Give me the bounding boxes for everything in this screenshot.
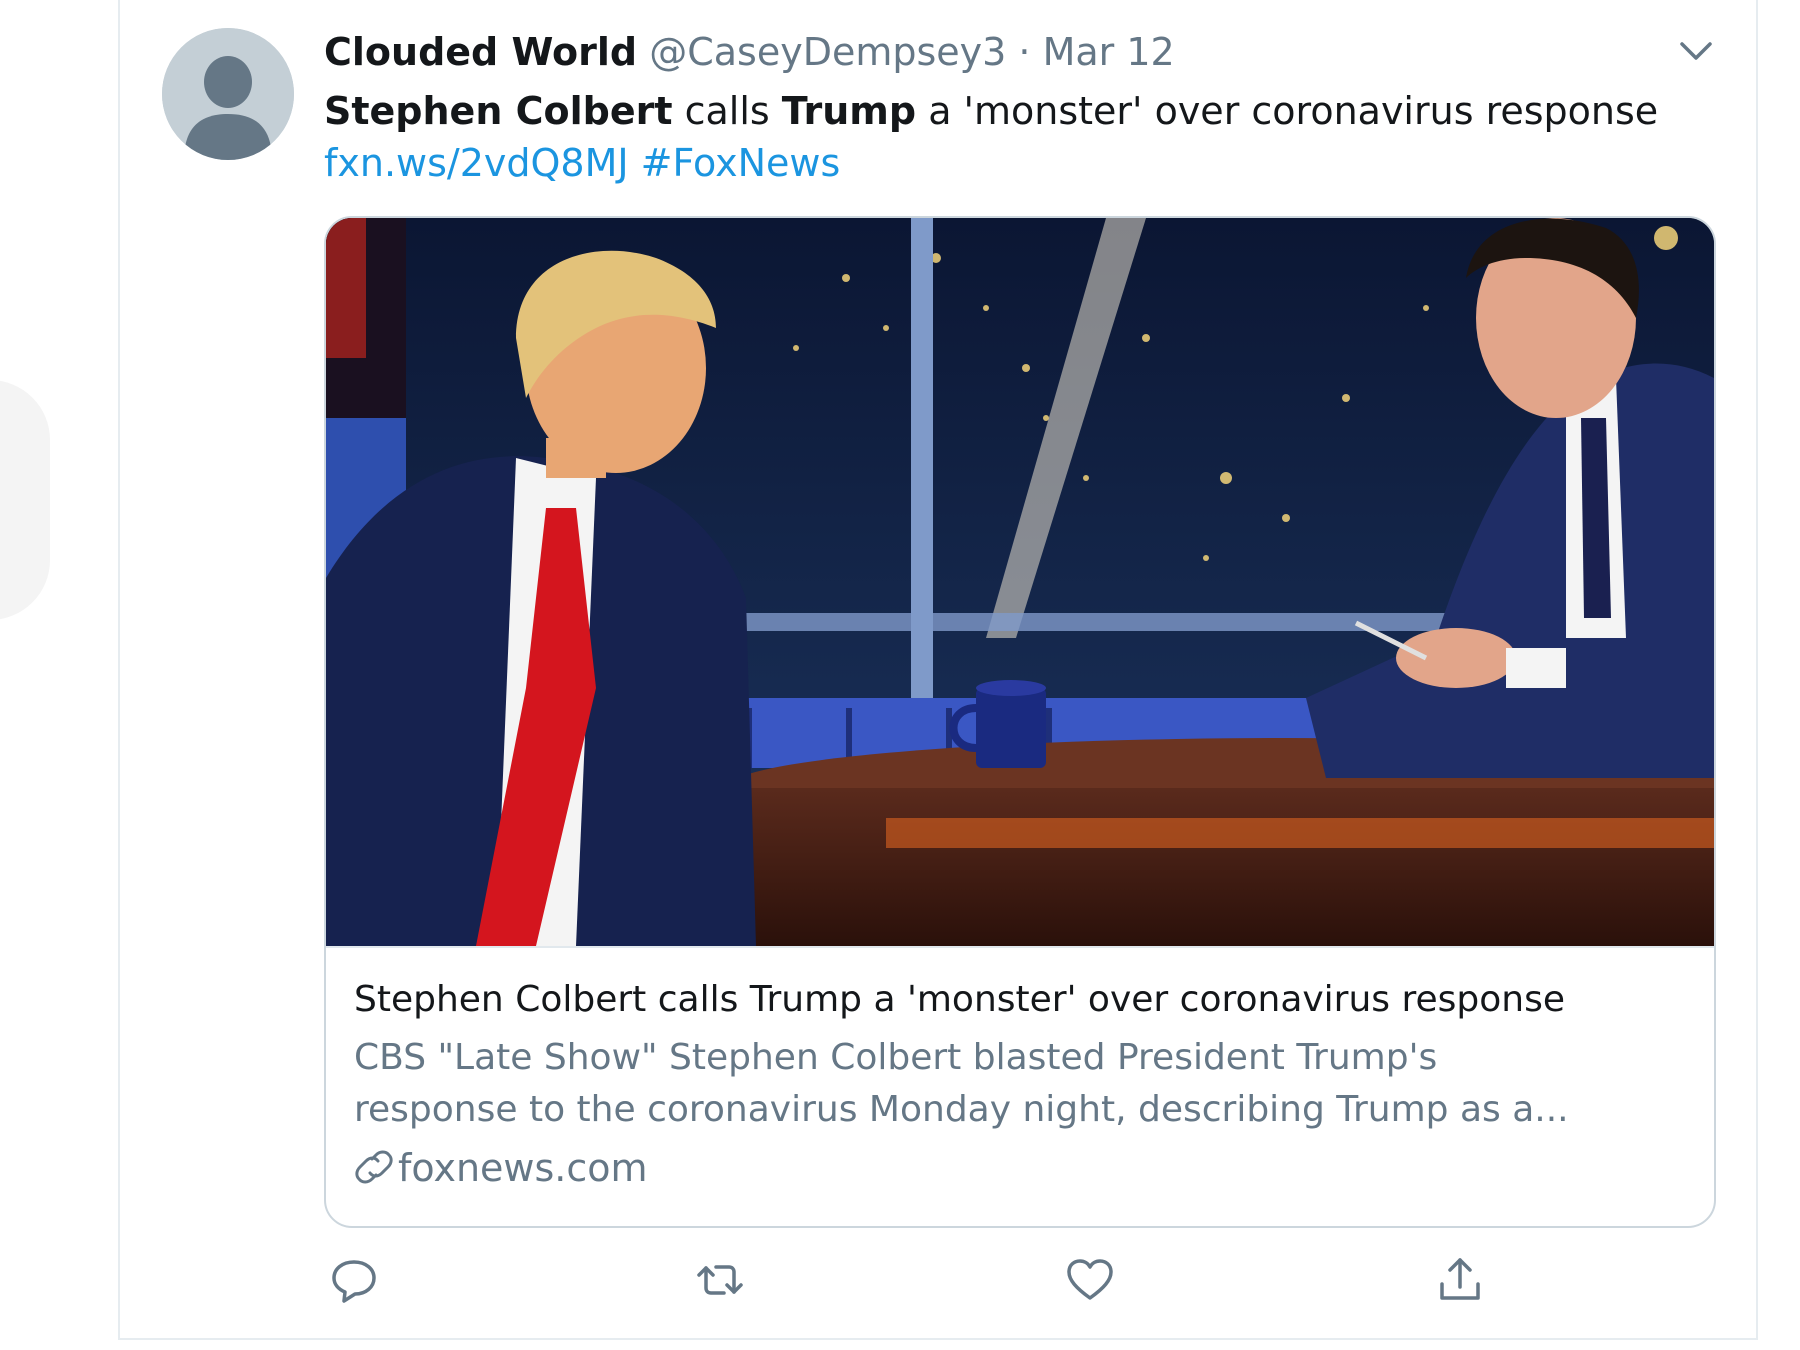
tweet-text-segment: a 'monster' over coronavirus response bbox=[916, 89, 1659, 133]
default-profile-icon bbox=[162, 28, 294, 160]
tweet-header: Clouded World @CaseyDempsey3 · Mar 12 bbox=[324, 28, 1175, 76]
share-icon[interactable] bbox=[1434, 1254, 1486, 1306]
retweet-icon[interactable] bbox=[694, 1254, 746, 1306]
card-description-line: response to the coronavirus Monday night… bbox=[354, 1089, 1569, 1130]
avatar[interactable] bbox=[162, 28, 294, 160]
display-name[interactable]: Clouded World bbox=[324, 30, 637, 74]
tweet-text: Stephen Colbert calls Trump a 'monster' … bbox=[324, 86, 1744, 136]
card-domain-text: foxnews.com bbox=[398, 1146, 648, 1190]
card-title: Stephen Colbert calls Trump a 'monster' … bbox=[354, 979, 1566, 1020]
hashtag-link[interactable]: #FoxNews bbox=[641, 141, 841, 185]
tweet-text-bold-trump: Trump bbox=[781, 89, 917, 133]
heart-icon[interactable] bbox=[1064, 1254, 1116, 1306]
tweet-actions bbox=[324, 1254, 1716, 1310]
page: Clouded World @CaseyDempsey3 · Mar 12 St… bbox=[0, 0, 1800, 1350]
card-image[interactable] bbox=[326, 218, 1714, 946]
talk-show-photo bbox=[326, 218, 1714, 946]
card-description: CBS "Late Show" Stephen Colbert blasted … bbox=[354, 1032, 1694, 1136]
card-body[interactable]: Stephen Colbert calls Trump a 'monster' … bbox=[326, 946, 1714, 1226]
card-description-line: CBS "Late Show" Stephen Colbert blasted … bbox=[354, 1037, 1438, 1078]
user-handle[interactable]: @CaseyDempsey3 bbox=[649, 30, 1006, 74]
short-link[interactable]: fxn.ws/2vdQ8MJ bbox=[324, 141, 629, 185]
link-icon bbox=[354, 1147, 394, 1187]
card-domain: foxnews.com bbox=[354, 1144, 648, 1192]
tweet-date[interactable]: Mar 12 bbox=[1043, 30, 1175, 74]
reply-icon[interactable] bbox=[328, 1254, 380, 1306]
separator-dot: · bbox=[1018, 30, 1031, 74]
background-shadow bbox=[0, 380, 50, 620]
chevron-down-icon[interactable] bbox=[1676, 34, 1716, 66]
tweet-text-segment: calls bbox=[672, 89, 782, 133]
tweet-links: fxn.ws/2vdQ8MJ #FoxNews bbox=[324, 138, 840, 188]
tweet-text-bold-colbert: Stephen Colbert bbox=[324, 89, 673, 133]
link-card[interactable]: Stephen Colbert calls Trump a 'monster' … bbox=[324, 216, 1716, 1228]
